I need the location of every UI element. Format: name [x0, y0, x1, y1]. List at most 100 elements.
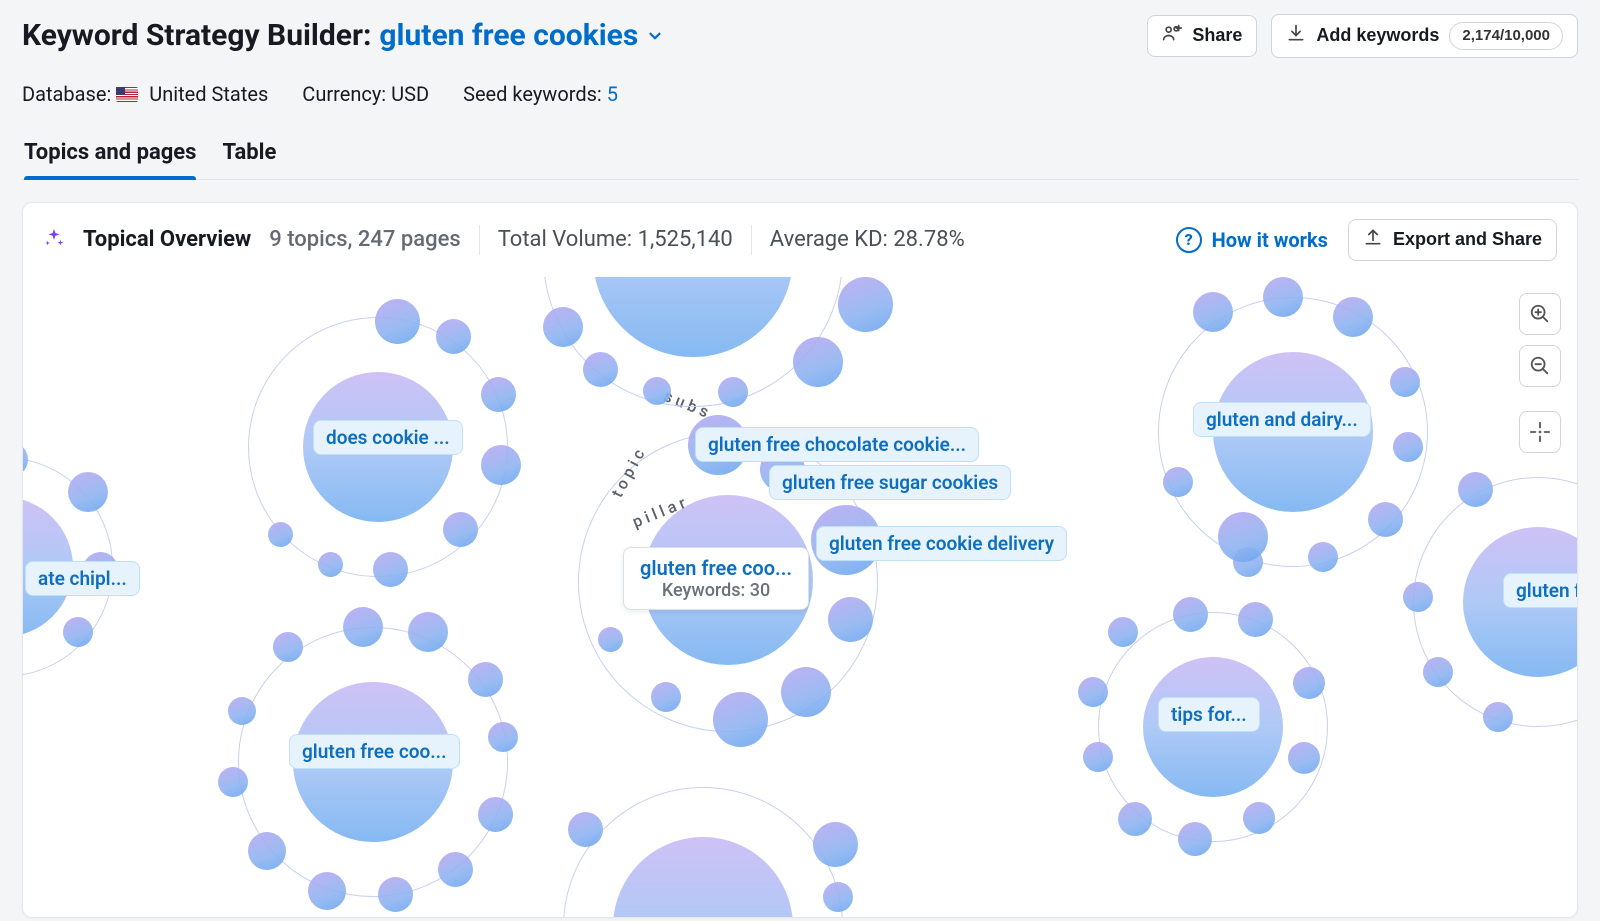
satellite-node[interactable]: [1243, 802, 1275, 834]
satellite-node[interactable]: [718, 377, 748, 407]
add-keywords-button-label: Add keywords: [1316, 24, 1439, 47]
satellite-node[interactable]: [1078, 677, 1108, 707]
how-it-works-link[interactable]: ? How it works: [1176, 227, 1328, 253]
seed-keywords-meta: Seed keywords: 5: [463, 82, 618, 106]
tab-topics-and-pages[interactable]: Topics and pages: [24, 140, 196, 179]
satellite-node[interactable]: [373, 552, 408, 587]
overview-title: Topical Overview: [83, 227, 251, 252]
seed-keywords-link[interactable]: 5: [607, 82, 618, 106]
satellite-node[interactable]: [1458, 472, 1493, 507]
satellite-node[interactable]: [273, 632, 303, 662]
download-icon: [1286, 23, 1306, 49]
satellite-node[interactable]: [1178, 822, 1212, 856]
satellite-node[interactable]: [781, 667, 831, 717]
topic-visualization-canvas[interactable]: subs topic pillar gluten free coo... Key…: [23, 277, 1577, 917]
satellite-node[interactable]: [343, 607, 383, 647]
satellite-node[interactable]: [378, 877, 413, 912]
satellite-node[interactable]: [468, 662, 503, 697]
satellite-node[interactable]: [1308, 542, 1338, 572]
satellite-node[interactable]: [481, 445, 521, 485]
satellite-node[interactable]: [228, 697, 256, 725]
cluster-chip-bottom-left[interactable]: gluten free coo...: [289, 734, 460, 769]
sub-chip-delivery[interactable]: gluten free cookie delivery: [816, 526, 1067, 561]
cluster-chip-bottom-right[interactable]: tips for...: [1158, 697, 1260, 732]
cluster-chip-left-edge[interactable]: ate chipl...: [25, 561, 140, 596]
satellite-node[interactable]: [481, 377, 516, 412]
satellite-node[interactable]: [438, 852, 473, 887]
satellite-node[interactable]: [478, 797, 513, 832]
satellite-node[interactable]: [68, 472, 108, 512]
satellite-node[interactable]: [1293, 667, 1325, 699]
satellite-node[interactable]: [23, 442, 28, 477]
upload-icon: [1363, 227, 1383, 253]
satellite-node[interactable]: [248, 832, 286, 870]
tab-table[interactable]: Table: [222, 140, 276, 179]
satellite-node[interactable]: [651, 682, 681, 712]
satellite-node[interactable]: [1483, 702, 1513, 732]
pillar-node[interactable]: [593, 277, 793, 357]
satellite-node[interactable]: [63, 617, 93, 647]
page-title-keyword-dropdown[interactable]: gluten free cookies: [379, 18, 664, 53]
satellite-node[interactable]: [1163, 467, 1193, 497]
satellite-node[interactable]: [713, 692, 768, 747]
export-and-share-button[interactable]: Export and Share: [1348, 219, 1557, 261]
satellite-node[interactable]: [598, 627, 623, 652]
add-keywords-button[interactable]: Add keywords 2,174/10,000: [1271, 14, 1578, 58]
cluster-chip-far-right[interactable]: gluten free: [1503, 573, 1577, 608]
satellite-node[interactable]: [1218, 512, 1268, 562]
satellite-node[interactable]: [1118, 802, 1152, 836]
satellite-node[interactable]: [308, 872, 346, 910]
satellite-node[interactable]: [1108, 617, 1138, 647]
satellite-node[interactable]: [443, 512, 478, 547]
satellite-node[interactable]: [408, 612, 448, 652]
satellite-node[interactable]: [1238, 602, 1273, 637]
satellite-node[interactable]: [318, 552, 343, 577]
share-button[interactable]: Share: [1147, 15, 1257, 57]
satellite-node[interactable]: [1193, 292, 1233, 332]
satellite-node[interactable]: [375, 299, 420, 344]
satellite-node[interactable]: [838, 277, 893, 332]
divider: [479, 225, 480, 255]
currency-meta: Currency: USD: [302, 82, 429, 106]
satellite-node[interactable]: [436, 319, 471, 354]
satellite-node[interactable]: [543, 307, 583, 347]
satellite-node[interactable]: [1423, 657, 1453, 687]
zoom-in-button[interactable]: [1519, 293, 1561, 335]
satellite-node[interactable]: [1173, 597, 1208, 632]
cluster-chip-top-right[interactable]: gluten and dairy...: [1193, 402, 1371, 437]
avg-kd-stat: Average KD: 28.78%: [770, 227, 965, 252]
zoom-out-button[interactable]: [1519, 345, 1561, 387]
satellite-node[interactable]: [828, 597, 873, 642]
sub-chip-chocolate[interactable]: gluten free chocolate cookie...: [695, 427, 979, 462]
satellite-node[interactable]: [823, 882, 853, 912]
page-title-prefix: Keyword Strategy Builder:: [22, 18, 371, 53]
satellite-node[interactable]: [1263, 277, 1303, 317]
divider: [751, 225, 752, 255]
sparkle-icon: [43, 227, 65, 253]
cluster-chip-top-left[interactable]: does cookie ...: [313, 420, 463, 455]
satellite-node[interactable]: [218, 767, 248, 797]
keyword-count-pill: 2,174/10,000: [1449, 22, 1563, 50]
pillar-node[interactable]: [613, 837, 793, 917]
recenter-button[interactable]: [1519, 411, 1561, 453]
satellite-node[interactable]: [1288, 742, 1320, 774]
sub-chip-sugar[interactable]: gluten free sugar cookies: [769, 465, 1011, 500]
page-title-keyword: gluten free cookies: [379, 18, 638, 53]
us-flag-icon: [116, 87, 138, 102]
satellite-node[interactable]: [1393, 432, 1423, 462]
satellite-node[interactable]: [583, 352, 618, 387]
satellite-node[interactable]: [1368, 502, 1403, 537]
satellite-node[interactable]: [643, 377, 671, 405]
satellite-node[interactable]: [793, 337, 843, 387]
satellite-node[interactable]: [488, 722, 518, 752]
satellite-node[interactable]: [1390, 367, 1420, 397]
satellite-node[interactable]: [1083, 742, 1113, 772]
satellite-node[interactable]: [813, 822, 858, 867]
pillar-chip[interactable]: gluten free coo... Keywords: 30: [623, 547, 809, 610]
satellite-node[interactable]: [268, 522, 293, 547]
satellite-node[interactable]: [568, 812, 603, 847]
chevron-down-icon: [646, 27, 664, 45]
satellite-node[interactable]: [1333, 297, 1373, 337]
share-button-label: Share: [1192, 24, 1242, 47]
satellite-node[interactable]: [1403, 582, 1433, 612]
